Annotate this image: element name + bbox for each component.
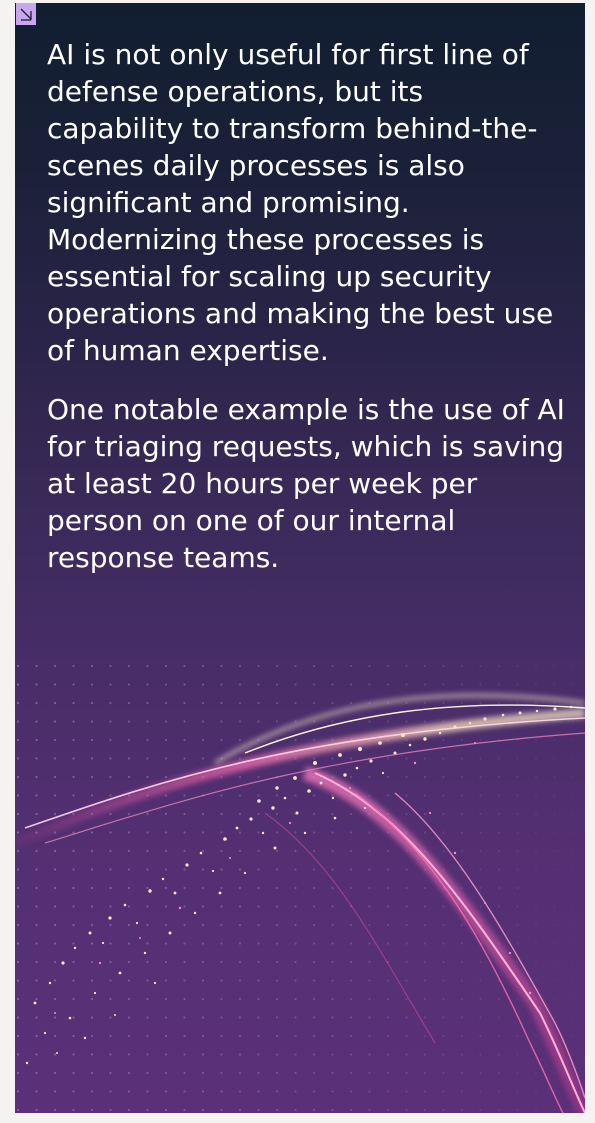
body-text: AI is not only useful for first line of …: [47, 36, 567, 576]
particle-wave-illustration: [15, 694, 585, 1113]
arrow-down-right-icon: [20, 8, 32, 21]
paragraph-triage-example: One notable example is the use of AI for…: [47, 393, 565, 574]
corner-badge: [16, 3, 36, 25]
paragraph-ai-processes: AI is not only useful for first line of …: [47, 38, 554, 367]
